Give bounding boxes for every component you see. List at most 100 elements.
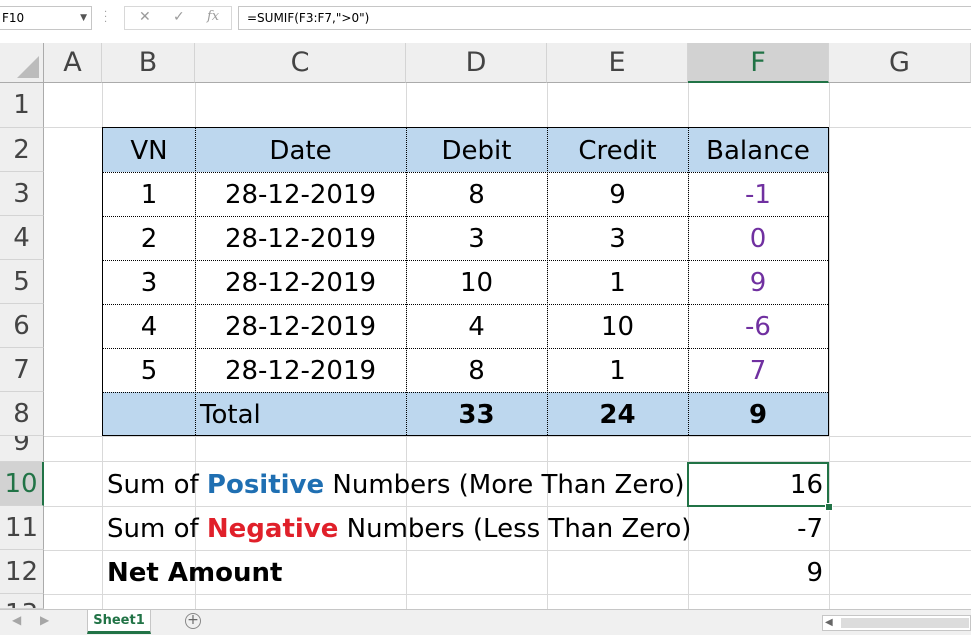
- row-header-9[interactable]: 9: [0, 436, 44, 462]
- column-header-g[interactable]: G: [829, 43, 971, 83]
- table-border: [103, 304, 828, 305]
- enter-icon[interactable]: ✓: [173, 9, 185, 25]
- cell-vn[interactable]: 2: [103, 216, 195, 260]
- scrollbar-thumb[interactable]: [841, 618, 969, 628]
- row-header-4[interactable]: 4: [0, 216, 44, 260]
- negative-keyword: Negative: [206, 514, 339, 544]
- formula-bar: F10 ▼ · · · ✕ ✓ fx =SUMIF(F3:F7,">0"): [0, 0, 971, 39]
- table-border: [195, 128, 196, 435]
- formula-input[interactable]: =SUMIF(F3:F7,">0"): [238, 6, 971, 30]
- row-header-8[interactable]: 8: [0, 392, 44, 436]
- cell-date[interactable]: 28-12-2019: [195, 216, 406, 260]
- cell-debit[interactable]: 10: [406, 260, 547, 304]
- total-row-empty-cell[interactable]: [103, 392, 195, 435]
- table-border: [103, 172, 828, 173]
- gridline: [44, 594, 971, 595]
- row-header-13[interactable]: 13: [0, 594, 44, 609]
- net-amount-value[interactable]: 9: [688, 550, 829, 594]
- row-header-12[interactable]: 12: [0, 550, 44, 594]
- negative-suffix: Numbers (Less Than Zero): [338, 514, 692, 544]
- row-header-7[interactable]: 7: [0, 348, 44, 392]
- row-header-2[interactable]: 2: [0, 128, 44, 172]
- total-credit[interactable]: 24: [547, 392, 688, 435]
- column-header-e[interactable]: E: [547, 43, 688, 83]
- table-border: [103, 216, 828, 217]
- cell-balance[interactable]: 7: [688, 348, 828, 392]
- cell-balance[interactable]: -6: [688, 304, 828, 348]
- cell-date[interactable]: 28-12-2019: [195, 348, 406, 392]
- cell-credit[interactable]: 10: [547, 304, 688, 348]
- cell-date[interactable]: 28-12-2019: [195, 260, 406, 304]
- column-header-b[interactable]: B: [102, 43, 195, 83]
- row-header-3[interactable]: 3: [0, 172, 44, 216]
- table-border: [103, 260, 828, 261]
- table-border: [103, 348, 828, 349]
- cell-balance[interactable]: 9: [688, 260, 828, 304]
- cell-debit[interactable]: 4: [406, 304, 547, 348]
- cell-vn[interactable]: 4: [103, 304, 195, 348]
- column-header-a[interactable]: A: [44, 43, 102, 83]
- name-box[interactable]: F10 ▼: [0, 6, 92, 30]
- active-cell-border: [687, 462, 829, 507]
- column-header-c[interactable]: C: [195, 43, 406, 83]
- name-box-value: F10: [2, 11, 25, 25]
- table-header-vn[interactable]: VN: [103, 128, 195, 172]
- cell-debit[interactable]: 3: [406, 216, 547, 260]
- negative-sum-label[interactable]: Sum of Negative Numbers (Less Than Zero): [102, 506, 691, 550]
- cell-credit[interactable]: 1: [547, 348, 688, 392]
- row-header-11[interactable]: 11: [0, 506, 44, 550]
- positive-keyword: Positive: [206, 470, 325, 500]
- cell-debit[interactable]: 8: [406, 172, 547, 216]
- resize-handle-icon[interactable]: · · ·: [104, 8, 107, 28]
- table-header-credit[interactable]: Credit: [547, 128, 688, 172]
- gridline: [44, 436, 971, 437]
- negative-sum-value[interactable]: -7: [688, 506, 829, 550]
- cell-debit[interactable]: 8: [406, 348, 547, 392]
- dropdown-icon[interactable]: ▼: [80, 7, 87, 29]
- select-all-button[interactable]: [0, 43, 44, 83]
- row-header-5[interactable]: 5: [0, 260, 44, 304]
- cancel-icon[interactable]: ✕: [139, 9, 151, 25]
- cell-credit[interactable]: 1: [547, 260, 688, 304]
- table-border: [103, 392, 828, 393]
- column-header-f[interactable]: F: [688, 43, 829, 83]
- cell-credit[interactable]: 9: [547, 172, 688, 216]
- positive-prefix: Sum of: [107, 470, 207, 500]
- fill-handle[interactable]: [825, 503, 833, 511]
- scroll-right-icon[interactable]: ▶: [40, 613, 49, 627]
- sheet-tab-sheet1[interactable]: Sheet1: [87, 610, 151, 634]
- cell-credit[interactable]: 3: [547, 216, 688, 260]
- cell-balance[interactable]: -1: [688, 172, 828, 216]
- table-border: [406, 128, 407, 435]
- table-header-date[interactable]: Date: [195, 128, 406, 172]
- total-label[interactable]: Total: [195, 392, 406, 435]
- table-border: [688, 128, 689, 435]
- cell-vn[interactable]: 5: [103, 348, 195, 392]
- sheet-tab-bar: ◀ ▶ Sheet1 + ◀: [0, 609, 971, 635]
- scroll-left-icon[interactable]: ◀: [12, 613, 21, 627]
- add-sheet-icon[interactable]: +: [185, 613, 201, 629]
- cell-date[interactable]: 28-12-2019: [195, 304, 406, 348]
- row-header-1[interactable]: 1: [0, 83, 44, 128]
- cell-date[interactable]: 28-12-2019: [195, 172, 406, 216]
- table-border: [547, 128, 548, 435]
- total-debit[interactable]: 33: [406, 392, 547, 435]
- gridline: [829, 83, 830, 609]
- scroll-left-icon[interactable]: ◀: [825, 616, 833, 630]
- cell-vn[interactable]: 1: [103, 172, 195, 216]
- total-balance[interactable]: 9: [688, 392, 828, 435]
- column-header-d[interactable]: D: [406, 43, 547, 83]
- select-all-triangle-icon: [17, 56, 39, 78]
- table-header-debit[interactable]: Debit: [406, 128, 547, 172]
- formula-buttons: ✕ ✓ fx: [124, 6, 232, 30]
- net-amount-label[interactable]: Net Amount: [102, 550, 406, 594]
- table-header-balance[interactable]: Balance: [688, 128, 828, 172]
- positive-suffix: Numbers (More Than Zero): [324, 470, 685, 500]
- row-header-10[interactable]: 10: [0, 462, 44, 506]
- function-icon[interactable]: fx: [207, 9, 219, 24]
- positive-sum-label[interactable]: Sum of Positive Numbers (More Than Zero): [102, 462, 687, 506]
- horizontal-scrollbar[interactable]: ◀: [822, 615, 971, 631]
- row-header-6[interactable]: 6: [0, 304, 44, 348]
- cell-balance[interactable]: 0: [688, 216, 828, 260]
- cell-vn[interactable]: 3: [103, 260, 195, 304]
